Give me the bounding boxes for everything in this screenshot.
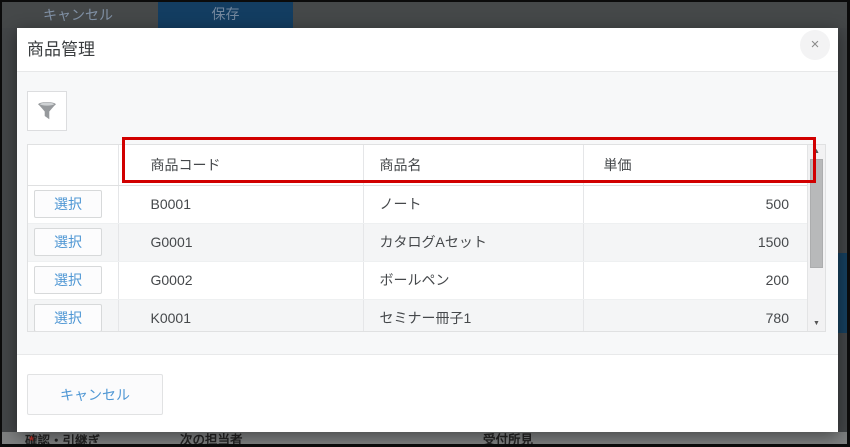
- product-name-cell: カタログAセット: [363, 223, 583, 261]
- next-person-label: 次の担当者: [180, 433, 243, 445]
- background-top-bar: キャンセル 保存: [0, 0, 850, 28]
- select-button[interactable]: 選択: [34, 190, 102, 218]
- select-button[interactable]: 選択: [34, 228, 102, 256]
- background-dialog-edge: [838, 253, 850, 333]
- product-table-container: 商品コード 商品名 単価 選択 B0001 ノート 500: [27, 144, 826, 332]
- product-name-cell: ノート: [363, 185, 583, 223]
- table-row: 選択 K0001 セミナー冊子1 780: [28, 299, 807, 331]
- unit-price-cell: 780: [583, 299, 807, 331]
- cancel-button[interactable]: キャンセル: [27, 374, 163, 415]
- unit-price-cell: 500: [583, 185, 807, 223]
- unit-price-cell: 200: [583, 261, 807, 299]
- product-name-cell: セミナー冊子1: [363, 299, 583, 331]
- column-header-unit-price: 単価: [583, 145, 807, 185]
- product-code-cell: B0001: [118, 185, 363, 223]
- column-header-product-code: 商品コード: [118, 145, 363, 185]
- table-header-row: 商品コード 商品名 単価: [28, 145, 807, 185]
- table-scrollbar[interactable]: ▲ ▼: [807, 145, 825, 331]
- dialog-footer: キャンセル: [17, 354, 838, 432]
- product-code-cell: G0002: [118, 261, 363, 299]
- product-name-cell: ボールペン: [363, 261, 583, 299]
- table-row: 選択 G0002 ボールペン 200: [28, 261, 807, 299]
- dialog-title: 商品管理: [27, 28, 95, 72]
- table-row: 選択 G0001 カタログAセット 1500: [28, 223, 807, 261]
- product-management-dialog: 商品管理 ×: [17, 28, 838, 432]
- screenshot-root: キャンセル 保存 確認・引継ぎ* 次の担当者 受付所見 商品管理 ×: [0, 0, 850, 447]
- dialog-body: 商品コード 商品名 単価 選択 B0001 ノート 500: [17, 72, 838, 354]
- filter-button[interactable]: [27, 91, 67, 131]
- table-row: 選択 B0001 ノート 500: [28, 185, 807, 223]
- background-save-button[interactable]: 保存: [158, 2, 293, 28]
- required-mark: *: [29, 434, 34, 445]
- scrollbar-thumb[interactable]: [810, 159, 823, 268]
- funnel-icon: [36, 100, 58, 122]
- close-icon[interactable]: ×: [800, 30, 830, 60]
- dialog-header: 商品管理 ×: [17, 28, 838, 72]
- product-table: 商品コード 商品名 単価 選択 B0001 ノート 500: [28, 145, 807, 331]
- select-button[interactable]: 選択: [34, 266, 102, 294]
- background-cancel-button[interactable]: キャンセル: [40, 5, 116, 25]
- product-code-cell: G0001: [118, 223, 363, 261]
- unit-price-cell: 1500: [583, 223, 807, 261]
- scroll-up-icon[interactable]: ▲: [808, 145, 825, 159]
- scroll-down-icon[interactable]: ▼: [808, 317, 825, 331]
- select-button[interactable]: 選択: [34, 304, 102, 331]
- reception-note-label: 受付所見: [483, 433, 533, 445]
- product-table-viewport: 商品コード 商品名 単価 選択 B0001 ノート 500: [28, 145, 807, 331]
- column-header-product-name: 商品名: [363, 145, 583, 185]
- background-form-labels: 確認・引継ぎ* 次の担当者 受付所見: [0, 432, 850, 445]
- column-header-select: [28, 145, 118, 185]
- product-code-cell: K0001: [118, 299, 363, 331]
